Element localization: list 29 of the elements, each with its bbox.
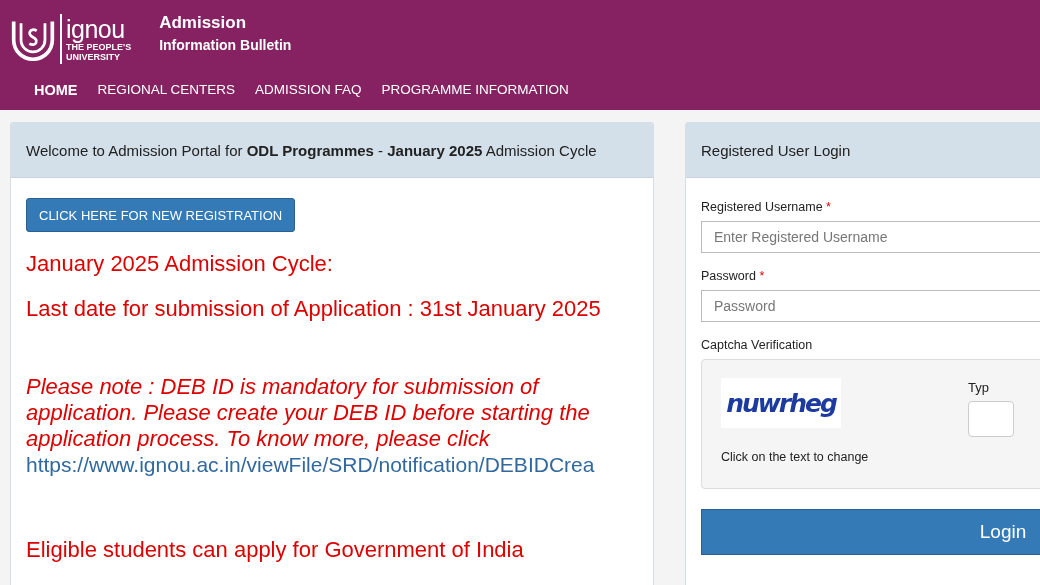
note-text: Please note : DEB ID is mandatory for submission of application. Please create your DEB ID before starting the application process. To know more, please click: [26, 374, 591, 452]
notification-link[interactable]: https://www.ignou.ac.in/viewFile/SRD/notification/DEBIDCrea: [26, 452, 638, 478]
register-button[interactable]: CLICK HERE FOR NEW REGISTRATION: [26, 198, 296, 232]
cycle-heading: January 2025 Admission Cycle:: [26, 250, 334, 277]
last-date-text: Last date for submission of Application : 31st January 2025: [26, 295, 602, 322]
nav-link[interactable]: HOME: [34, 82, 78, 98]
login-heading: Registered User Login: [701, 141, 851, 159]
field-label: Registered Username: [701, 200, 823, 214]
logo-tagline: THE PEOPLE'S: [66, 42, 132, 52]
site-subtitle: Information Bulletin: [159, 37, 292, 53]
username-field[interactable]: Enter Registered Username: [701, 221, 1040, 253]
captcha-image[interactable]: nuwrheg: [721, 378, 841, 428]
nav-link[interactable]: ADMISSION FAQ: [255, 82, 362, 98]
captcha-hint: Click on the text to change: [721, 450, 869, 464]
logo-wordmark: ignou: [66, 16, 126, 42]
required-mark: *: [759, 269, 765, 283]
nav-link[interactable]: REGIONAL CENTERS: [97, 82, 236, 98]
eligibility-text: Eligible students can apply for Government of India: [26, 536, 525, 563]
site-title: Admission: [159, 13, 248, 33]
logo-tagline: UNIVERSITY: [66, 52, 121, 62]
field-label: Captcha Verification: [701, 338, 813, 352]
required-mark: *: [826, 200, 831, 214]
field-label: Password: [701, 269, 756, 283]
login-button[interactable]: Login: [701, 509, 1040, 555]
welcome-heading: Welcome to Admission Portal for ODL Programmes - January 2025 Admission Cycle: [26, 141, 597, 159]
field-label: Typ: [968, 380, 990, 395]
captcha-field[interactable]: [968, 401, 1014, 437]
nav-link[interactable]: PROGRAMME INFORMATION: [381, 82, 569, 98]
password-field[interactable]: Password: [701, 290, 1040, 322]
